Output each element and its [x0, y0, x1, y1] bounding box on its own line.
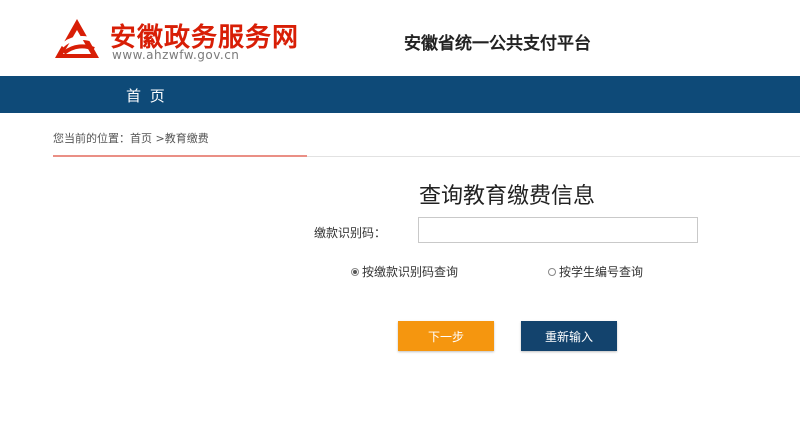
divider-accent: [53, 155, 307, 157]
page-title: 查询教育缴费信息: [418, 184, 595, 209]
site-logo-url: www.ahzwfw.gov.cn: [112, 48, 240, 62]
breadcrumb: 您当前的位置：首页 >教育缴费: [53, 130, 209, 146]
radio-unchecked-icon[interactable]: [548, 267, 556, 276]
breadcrumb-separator: >: [152, 132, 165, 145]
breadcrumb-prefix: 您当前的位置：: [53, 132, 130, 145]
main-nav: 首 页: [0, 76, 800, 113]
radio-label: 按学生编号查询: [559, 265, 644, 279]
radio-by-payment-code[interactable]: 按缴款识别码查询: [351, 263, 458, 280]
breadcrumb-current: 教育缴费: [164, 132, 209, 145]
radio-checked-icon[interactable]: [351, 267, 359, 276]
next-step-button[interactable]: 下一步: [398, 321, 494, 351]
radio-by-student-id[interactable]: 按学生编号查询: [548, 263, 643, 280]
nav-item-home[interactable]: 首 页: [126, 85, 167, 106]
platform-title: 安徽省统一公共支付平台: [404, 34, 591, 54]
payment-code-label: 缴款识别码：: [314, 226, 387, 240]
radio-label: 按缴款识别码查询: [362, 265, 459, 279]
breadcrumb-home-link[interactable]: 首页: [130, 132, 152, 145]
logo-icon: [55, 19, 99, 58]
reset-button[interactable]: 重新输入: [521, 321, 617, 351]
site-header: 安徽政务服务网 www.ahzwfw.gov.cn 安徽省统一公共支付平台: [0, 0, 800, 76]
payment-code-input[interactable]: [418, 217, 698, 243]
